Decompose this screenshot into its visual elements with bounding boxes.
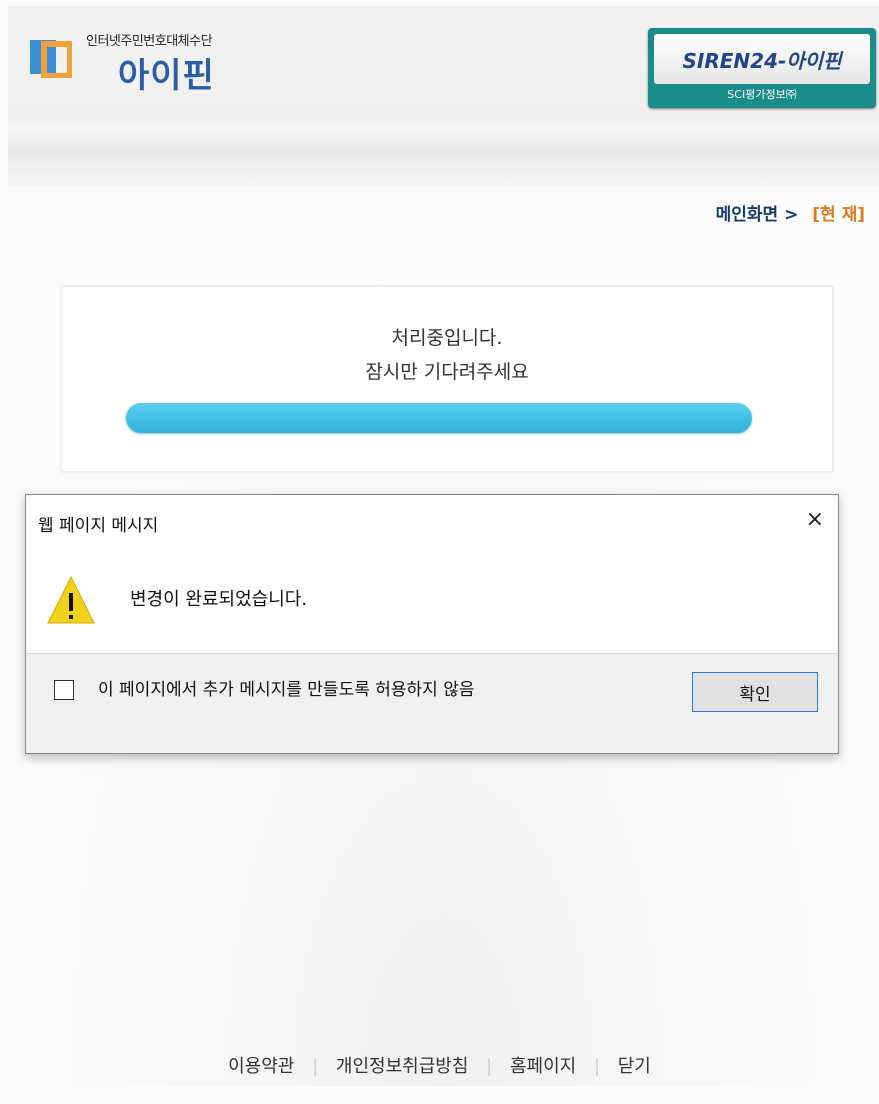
progress-bar-fill xyxy=(126,403,752,433)
dialog-title: 웹 페이지 메시지 xyxy=(38,516,159,536)
footer-link-terms[interactable]: 이용약관 xyxy=(216,1056,306,1077)
processing-panel: 처리중입니다. 잠시만 기다려주세요 xyxy=(61,286,833,472)
siren24-brand: SIREN24-아이핀 xyxy=(654,34,870,84)
breadcrumb-home[interactable]: 메인화면 > xyxy=(716,205,799,225)
web-page-message-dialog: 웹 페이지 메시지 × 변경이 완료되었습니다. 이 페이지에서 추가 메시지를… xyxy=(25,494,839,754)
logo-tagline: 인터넷주민번호대체수단 xyxy=(86,34,213,49)
footer-link-privacy[interactable]: 개인정보취급방침 xyxy=(324,1056,480,1077)
header: 인터넷주민번호대체수단 아이핀 SIREN24-아이핀 SCI평가정보㈜ xyxy=(8,6,879,186)
warning-triangle-icon xyxy=(47,575,95,624)
processing-line-2: 잠시만 기다려주세요 xyxy=(365,361,529,383)
footer-link-homepage[interactable]: 홈페이지 xyxy=(498,1056,588,1077)
breadcrumb-current: [현 재] xyxy=(812,205,865,225)
footer-links: 이용약관 | 개인정보취급방침 | 홈페이지 | 닫기 xyxy=(0,1052,879,1078)
siren24-subtext: SCI평가정보㈜ xyxy=(727,88,797,101)
close-icon[interactable]: × xyxy=(806,507,824,532)
siren24-banner[interactable]: SIREN24-아이핀 SCI평가정보㈜ xyxy=(648,28,876,108)
dialog-message: 변경이 완료되었습니다. xyxy=(130,589,308,610)
footer-separator: | xyxy=(312,1056,319,1077)
footer-separator: | xyxy=(593,1056,601,1077)
dialog-footer: 이 페이지에서 추가 메시지를 만들도록 허용하지 않음 확인 xyxy=(26,653,838,753)
footer-separator: | xyxy=(486,1056,493,1077)
footer-link-close[interactable]: 닫기 xyxy=(606,1056,663,1077)
ok-button[interactable]: 확인 xyxy=(692,672,818,712)
processing-line-1: 처리중입니다. xyxy=(391,327,503,349)
suppress-messages-label[interactable]: 이 페이지에서 추가 메시지를 만들도록 허용하지 않음 xyxy=(98,678,638,702)
progress-bar xyxy=(126,403,752,433)
breadcrumb: 메인화면 > [현 재] xyxy=(716,200,865,225)
ipin-logo-icon xyxy=(30,40,72,78)
logo-text: 아이핀 xyxy=(118,56,215,96)
suppress-messages-checkbox[interactable] xyxy=(54,680,74,700)
